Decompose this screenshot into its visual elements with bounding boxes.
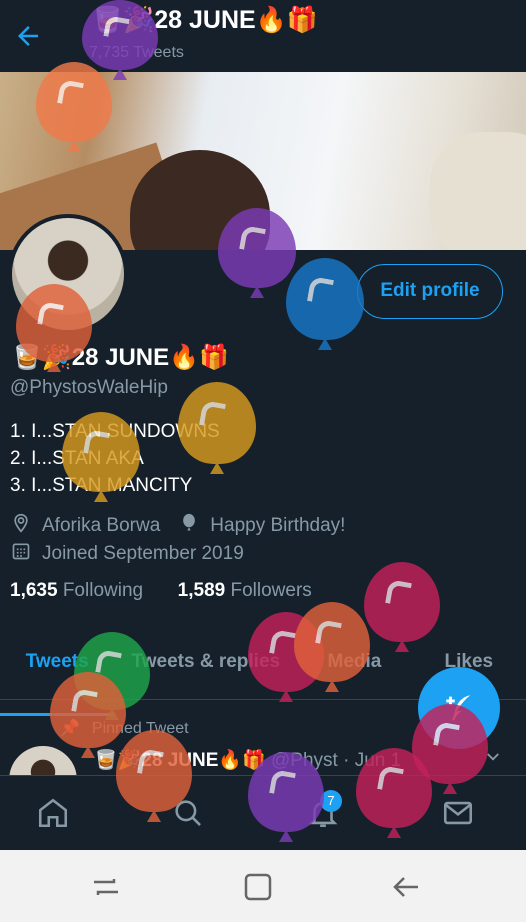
- arrow-left-icon: [18, 26, 38, 46]
- tweet-separator: ·: [343, 750, 350, 771]
- profile-meta-joined: Joined September 2019: [10, 541, 244, 566]
- android-nav-bar: [0, 850, 526, 922]
- back-arrow-icon: [393, 877, 418, 897]
- edit-profile-button[interactable]: Edit profile: [357, 264, 503, 319]
- profile-meta-location: Aforika Borwa Happy Birthday!: [10, 512, 345, 539]
- user-handle: @PhystosWaleHip: [10, 377, 168, 398]
- profile-header: 🥃🎉28 JUNE🔥🎁 7,735 Tweets: [0, 0, 526, 72]
- balloon-icon: [50, 672, 126, 748]
- balloon-icon: [178, 382, 256, 464]
- android-back-button[interactable]: [386, 872, 426, 902]
- joined-text: Joined September 2019: [42, 542, 244, 564]
- follow-stats: 1,635 Following 1,589 Followers: [10, 580, 312, 602]
- calendar-icon: [10, 541, 32, 566]
- followers-count: 1,589: [177, 580, 226, 601]
- balloon-icon: [294, 602, 370, 682]
- square-home-icon: [244, 873, 272, 901]
- recent-apps-icon: [94, 879, 118, 895]
- followers-link[interactable]: 1,589 Followers: [178, 580, 312, 601]
- android-recent-apps-button[interactable]: [86, 872, 126, 902]
- balloon-icon: [36, 62, 112, 142]
- followers-label: Followers: [230, 580, 312, 601]
- banner-shape: [430, 132, 526, 250]
- android-home-button[interactable]: [238, 872, 278, 902]
- back-button[interactable]: [10, 18, 46, 54]
- following-label: Following: [62, 580, 144, 601]
- following-link[interactable]: 1,635 Following: [10, 580, 143, 601]
- location-pin-icon: [10, 512, 32, 539]
- balloon-icon: [116, 730, 192, 812]
- home-icon: [38, 798, 68, 828]
- balloon-icon: [364, 562, 440, 642]
- balloon-icon: [218, 208, 296, 288]
- mail-icon: [443, 801, 473, 825]
- balloon-icon: [356, 748, 432, 828]
- balloon-icon: [178, 512, 200, 539]
- balloon-icon: [16, 284, 92, 362]
- balloon-icon: [248, 752, 324, 832]
- nav-messages[interactable]: [433, 790, 483, 836]
- following-count: 1,635: [10, 580, 58, 601]
- balloon-icon: [286, 258, 364, 340]
- balloon-icon: [82, 0, 158, 70]
- birthday-text: Happy Birthday!: [210, 514, 346, 536]
- nav-home[interactable]: [28, 790, 78, 836]
- location-text: Aforika Borwa: [42, 514, 161, 536]
- balloon-icon: [62, 412, 140, 492]
